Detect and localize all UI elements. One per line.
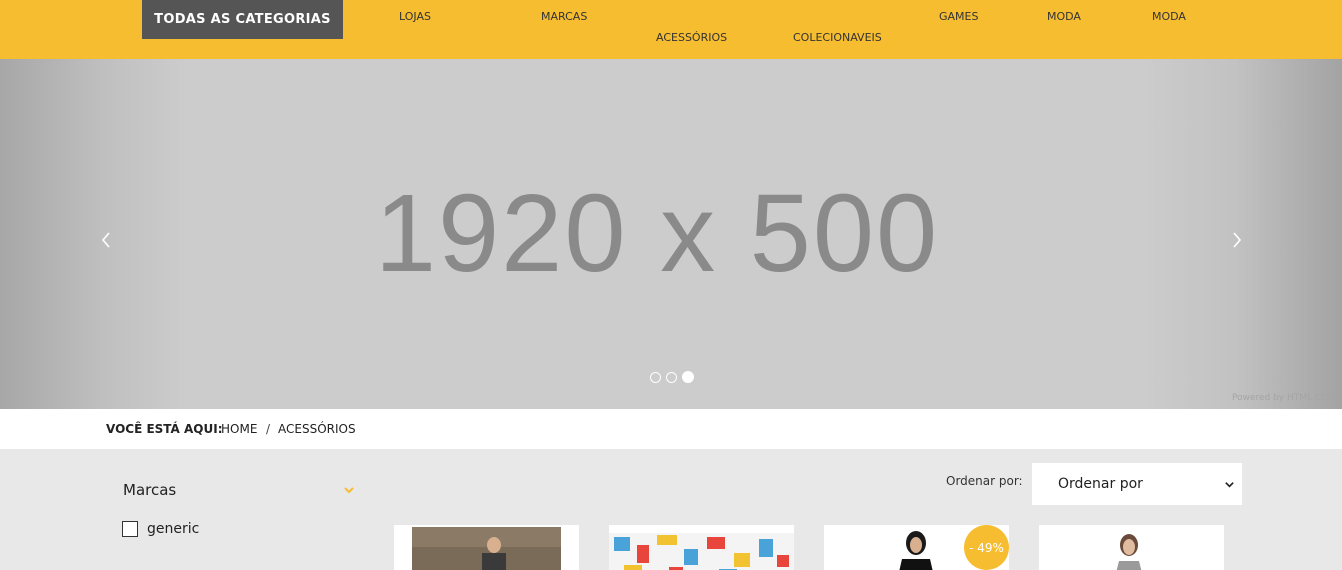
hero-slider: 1920 x 500 Powered by HTML.COM [0, 59, 1342, 409]
sort-label: Ordenar por: [946, 474, 1023, 488]
powered-by-text: Powered by HTML.COM [1231, 393, 1336, 403]
product-card[interactable] [609, 525, 794, 570]
slider-dot-1[interactable] [650, 371, 661, 383]
filter-option-label[interactable]: generic [147, 521, 199, 537]
slider-dot-3-active[interactable] [682, 371, 694, 383]
all-categories-button[interactable]: TODAS AS CATEGORIAS [142, 0, 343, 39]
chevron-right-icon[interactable] [1227, 227, 1247, 257]
product-card[interactable] [1039, 525, 1224, 570]
discount-badge: - 49% [964, 525, 1009, 570]
chevron-left-icon[interactable] [96, 227, 116, 257]
sort-selected-value: Ordenar por [1058, 476, 1143, 492]
filter-checkbox-generic[interactable] [122, 521, 138, 537]
product-card[interactable] [394, 525, 579, 570]
slider-dots [650, 371, 694, 383]
breadcrumb-home-link[interactable]: HOME [221, 422, 257, 436]
sort-select[interactable]: Ordenar por [1032, 463, 1242, 505]
product-image [1116, 534, 1142, 570]
nav-link-lojas[interactable]: LOJAS [399, 10, 431, 23]
nav-link-acessorios[interactable]: ACESSÓRIOS [656, 31, 727, 44]
chevron-down-icon[interactable] [342, 483, 356, 497]
breadcrumb-separator: / [266, 422, 271, 436]
nav-link-games[interactable]: GAMES [939, 10, 978, 23]
filter-brands-title[interactable]: Marcas [123, 481, 176, 499]
nav-link-moda-2[interactable]: MODA [1152, 10, 1186, 23]
nav-link-colecionaveis[interactable]: COLECIONAVEIS [793, 31, 882, 44]
top-navbar: TODAS AS CATEGORIAS LOJAS MARCAS ACESSÓR… [0, 0, 1342, 59]
product-image [609, 533, 794, 570]
product-image [412, 527, 561, 570]
nav-link-moda[interactable]: MODA [1047, 10, 1081, 23]
breadcrumb: VOCÊ ESTÁ AQUI: HOME / ACESSÓRIOS [0, 409, 1342, 449]
chevron-down-icon [1225, 482, 1234, 488]
breadcrumb-title: VOCÊ ESTÁ AQUI: [106, 422, 223, 436]
slider-dot-2[interactable] [666, 371, 677, 383]
breadcrumb-current: ACESSÓRIOS [278, 422, 356, 436]
nav-link-marcas[interactable]: MARCAS [541, 10, 587, 23]
hero-placeholder-text: 1920 x 500 [374, 172, 940, 295]
